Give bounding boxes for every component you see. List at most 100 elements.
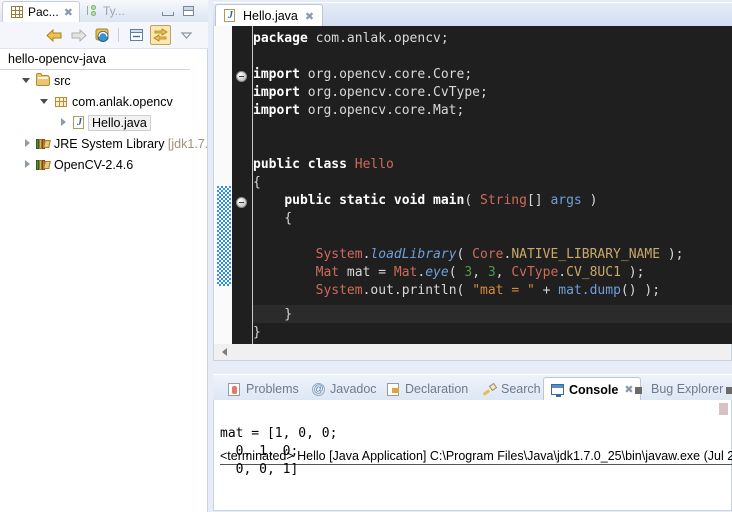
code-token: eye [425,265,448,280]
tab-search[interactable]: Search [476,378,547,400]
scroll-left-icon[interactable] [222,348,227,356]
tree-item-package-label: com.anlak.opencv [72,95,173,109]
code-token: ( [457,283,473,298]
code-token: ); [660,247,683,262]
code-line: System.out.println( "mat = " + mat.dump(… [253,282,732,300]
ruler-selection-marker [217,186,231,286]
close-icon[interactable]: ✖ [64,6,73,19]
link-with-editor-button[interactable] [150,25,171,45]
code-token: .out. [363,283,402,298]
code-line: package com.anlak.opencv; [253,30,732,48]
code-token: ); [621,265,644,280]
expander-closed-icon[interactable] [22,159,33,170]
code-token: "mat = " [472,283,535,298]
tree-item-hello-java-label: Hello.java [88,115,151,131]
tree-item-jre-library[interactable]: JRE System Library [jdk1.7.0 [0,133,207,154]
code-token: = [378,265,394,280]
code-token: org.opencv.core.CvType; [308,85,488,100]
code-token: . [558,265,566,280]
bug-explorer-icon [632,382,647,397]
minimize-view-button[interactable] [160,4,175,18]
console-scrollbar-thumb[interactable] [719,403,728,415]
left-view-tabbar: Pac... ✖ Ty... [0,0,208,22]
code-line: Mat mat = Mat.eye( 3, 3, CvType.CV_8UC1 … [253,264,732,282]
code-token: 3 [464,265,472,280]
tab-hello-java[interactable]: J Hello.java ✖ [215,4,323,27]
tree-item-opencv-library-label: OpenCV-2.4.6 [54,158,133,172]
expander-open-icon[interactable] [40,96,51,107]
expander-closed-icon[interactable] [58,117,69,128]
package-explorer-toolbar [0,22,208,48]
editor-folding-column[interactable] [232,26,252,344]
editor-vertical-ruler[interactable] [215,26,232,344]
code-token: + [535,283,558,298]
fold-toggle-imports[interactable] [236,71,247,82]
console-output-line: mat = [1, 0, 0; [220,426,337,441]
code-token: import [253,103,308,118]
tree-item-project-label: hello-opencv-java [8,52,106,66]
library-icon [35,136,51,152]
code-token: import [253,67,308,82]
code-token: mat [339,265,378,280]
code-token: args [550,193,581,208]
code-token: ( [464,193,480,208]
code-token: { [253,175,261,190]
tree-item-src[interactable]: src [0,70,207,91]
code-token: , [496,265,512,280]
code-line: System.loadLibrary( Core.NATIVE_LIBRARY_… [253,246,732,264]
view-menu-button[interactable] [176,25,197,45]
expander-open-icon[interactable] [22,75,33,86]
code-line [253,138,732,156]
tree-item-hello-java[interactable]: J Hello.java [0,112,207,133]
console-output-area[interactable]: <terminated> Hello [Java Application] C:… [213,400,732,511]
code-token: ) [582,193,598,208]
tab-bug-explorer[interactable]: Bug Explorer [626,378,729,400]
code-editor[interactable]: package com.anlak.opencv; import org.open… [213,26,732,344]
tab-declaration[interactable]: Declaration [380,378,474,400]
code-token [253,265,316,280]
back-button[interactable] [44,25,65,45]
tab-javadoc[interactable]: @ Javadoc [305,378,383,400]
code-line: { [253,174,732,192]
project-tree[interactable]: hello-opencv-java src com.anlak.opencv J… [0,48,208,512]
editor-horizontal-scrollbar[interactable] [213,344,732,361]
tab-bug-explorer-label: Bug Explorer [651,382,723,396]
tree-item-package[interactable]: com.anlak.opencv [0,91,207,112]
code-token: , [472,265,488,280]
maximize-view-button[interactable] [182,4,197,18]
code-token [253,283,316,298]
forward-button[interactable] [68,25,89,45]
forward-arrow-icon [70,28,87,43]
tab-javadoc-label: Javadoc [330,382,377,396]
code-token: CvType [511,265,558,280]
fold-toggle-main[interactable] [236,197,247,208]
code-text-area[interactable]: package com.anlak.opencv; import org.open… [253,26,732,344]
tree-item-project[interactable]: hello-opencv-java [0,49,190,70]
tab-type-hierarchy[interactable]: Ty... [78,0,131,22]
code-token: package [253,31,316,46]
code-token: loadLibrary [370,247,456,262]
code-token: org.opencv.core.Core; [308,67,472,82]
eclipse-workbench: Pac... ✖ Ty... [0,0,732,511]
close-icon[interactable]: ✖ [305,10,314,23]
tree-item-opencv-library[interactable]: OpenCV-2.4.6 [0,154,207,175]
code-token [253,247,316,262]
bug-icon [723,382,732,397]
library-icon [35,157,51,173]
collapse-all-button[interactable] [126,25,147,45]
jre-label-suffix: [jdk1.7.0 [168,137,208,151]
tab-problems[interactable]: Problems [221,378,305,400]
expander-closed-icon[interactable] [22,138,33,149]
home-button[interactable] [92,25,113,45]
package-explorer-icon [9,4,25,20]
home-icon [94,27,111,43]
tab-package-explorer[interactable]: Pac... ✖ [2,1,80,22]
code-line: import org.opencv.core.Core; [253,66,732,84]
chevron-down-icon [180,30,193,40]
code-token: } [253,325,261,340]
code-token: import [253,85,308,100]
tab-bug[interactable]: Bug [717,378,732,400]
console-output-line: 0, 1, 0; [220,444,298,459]
code-token: () ); [621,283,660,298]
jre-label-text: JRE System Library [54,137,168,151]
